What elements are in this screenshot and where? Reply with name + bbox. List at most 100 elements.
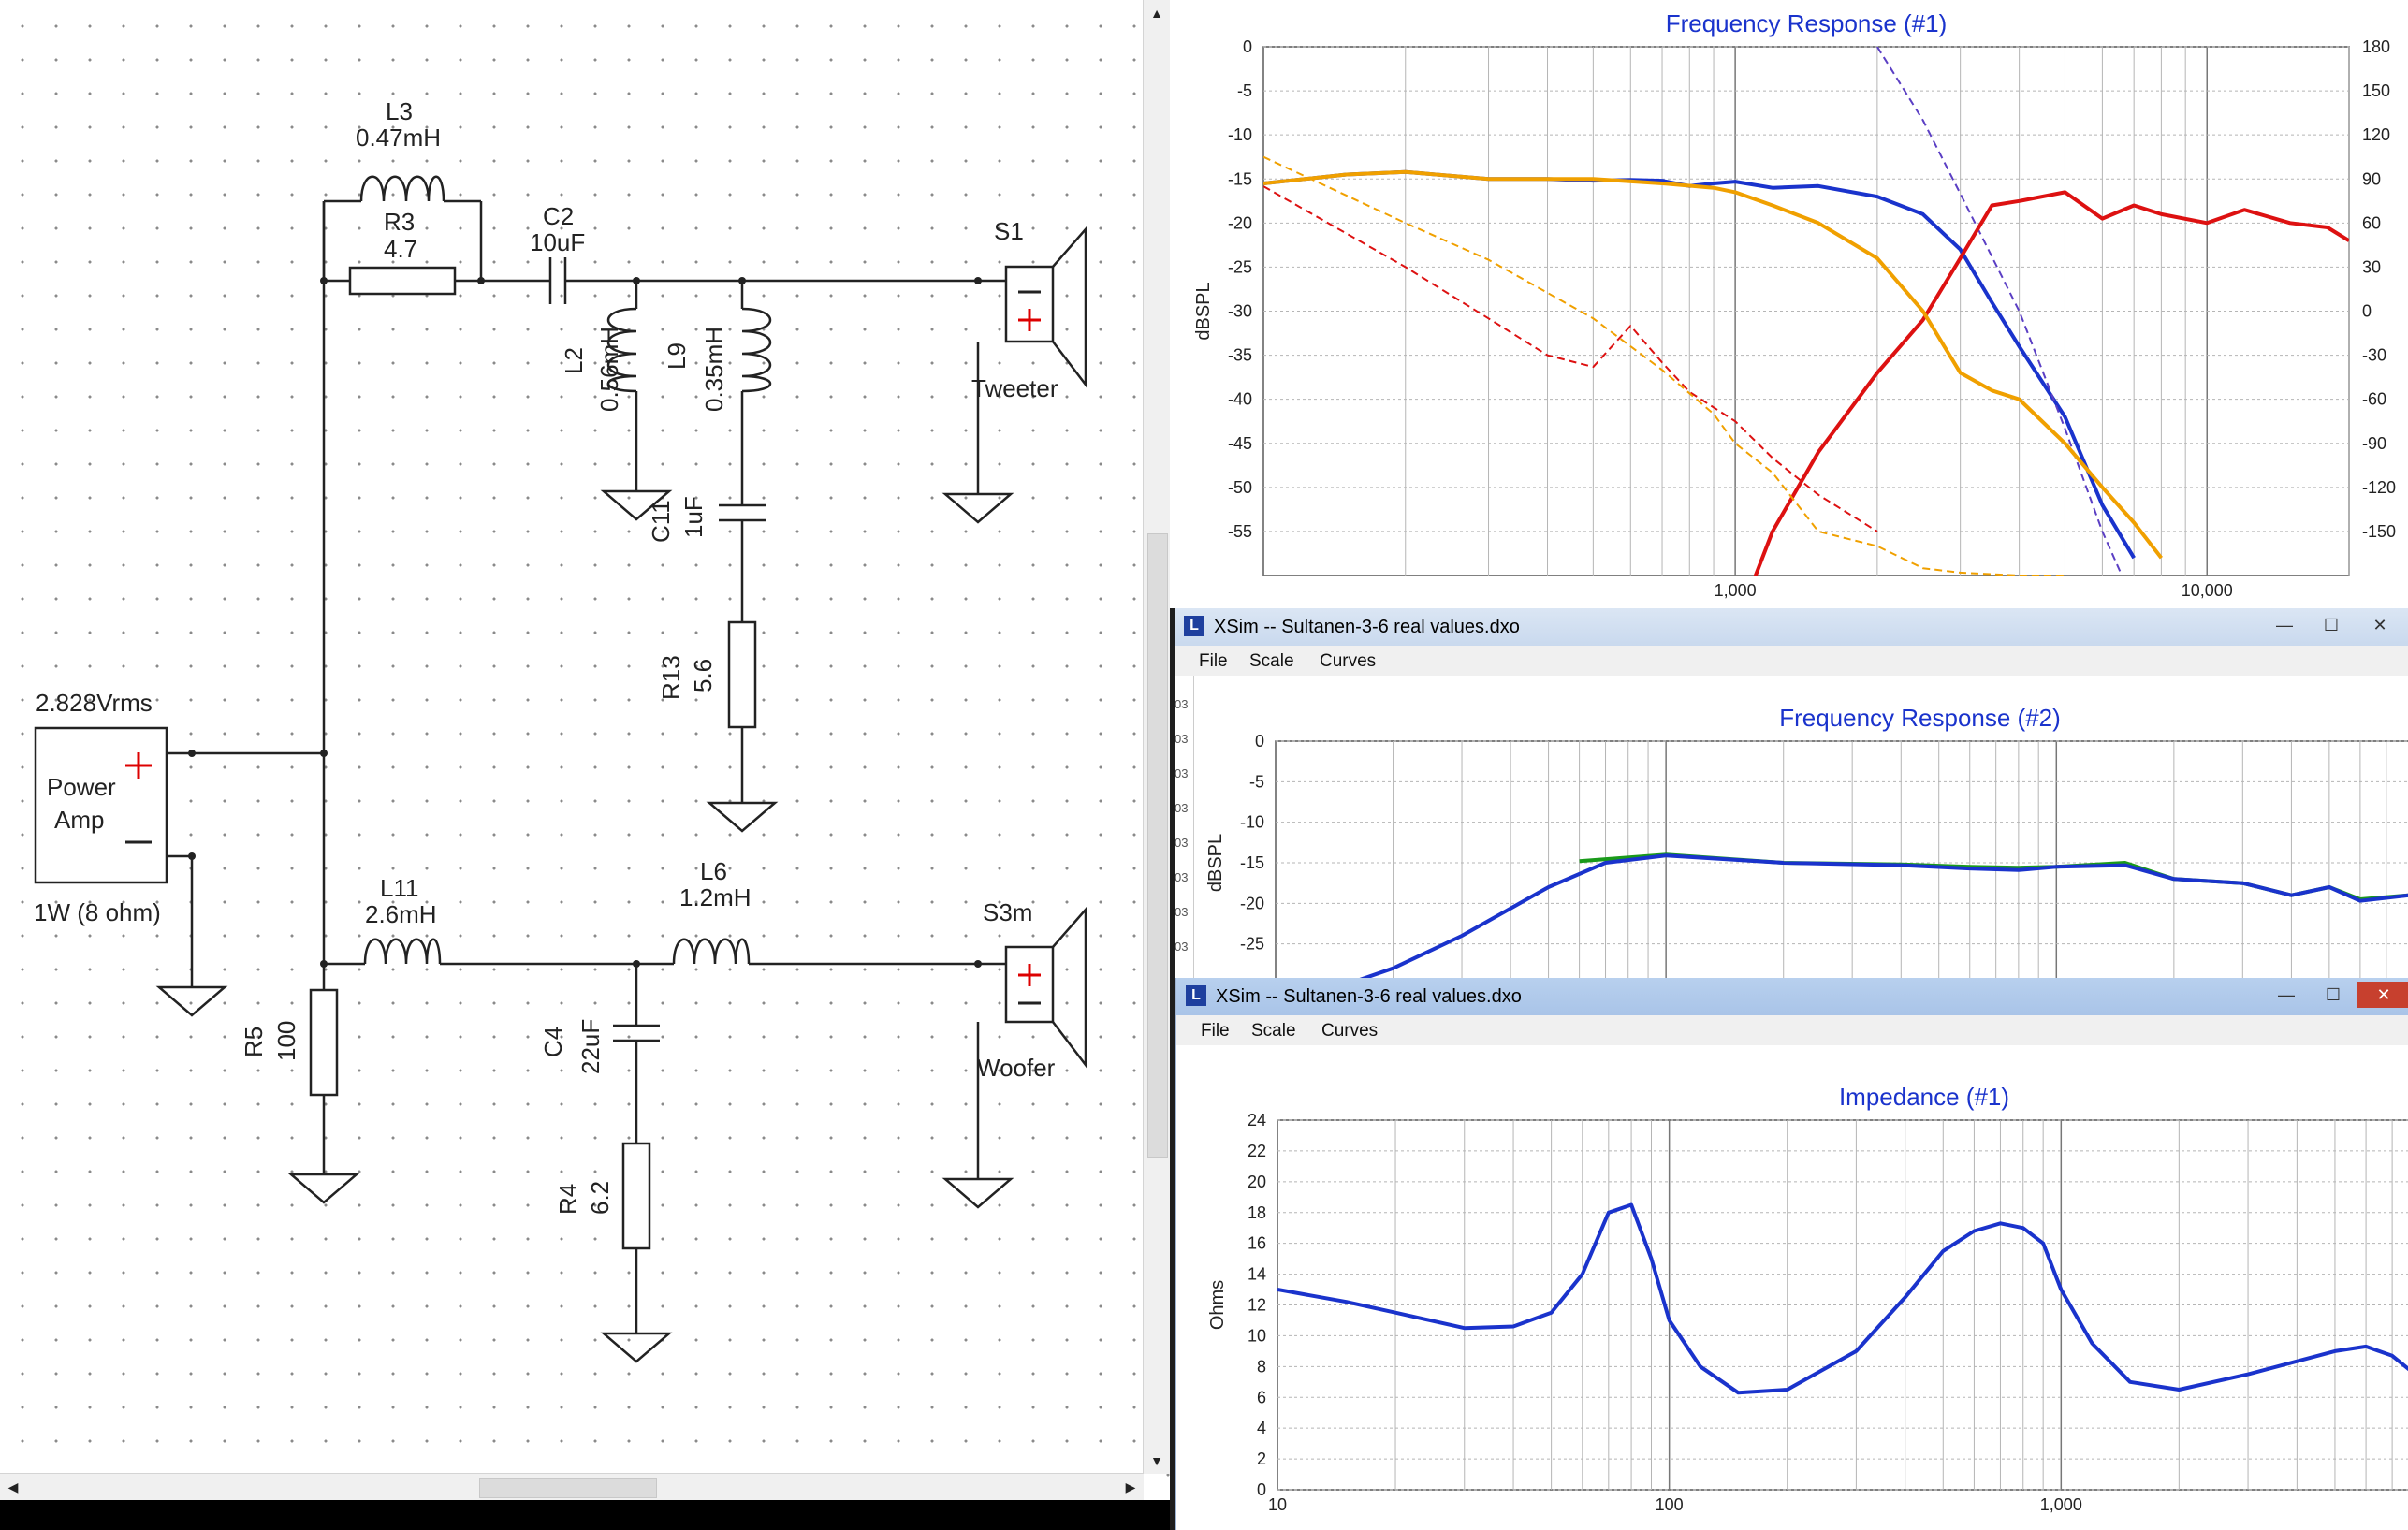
frequency-response-2-chart: 0-5-10-15-20-25-30Frequency Response (#2… [1205,704,2408,994]
menu-file[interactable]: File [1199,651,1228,672]
y2-tick-label: -60 [2362,390,2386,409]
y2-tick-label: -150 [2362,522,2396,541]
close-button[interactable]: ✕ [2357,982,2408,1008]
c4-name: C4 [539,1027,567,1057]
chart-title: Frequency Response (#1) [1666,9,1948,37]
y-tick-label: -35 [1228,346,1252,365]
r13-value: 5.6 [689,659,717,692]
l3-name: L3 [386,97,413,125]
c4-value: 22uF [576,1019,605,1074]
vertical-scroll-thumb[interactable] [1147,533,1168,1158]
menu-bar: File Scale Curves [1176,1015,2408,1045]
y-tick-label: 24 [1248,1111,1266,1129]
y-tick-label: 6 [1257,1388,1266,1406]
s3m-label: Woofer [977,1054,1056,1082]
menu-curves[interactable]: Curves [1320,651,1376,672]
y-tick-label: -25 [1228,257,1252,276]
y-tick-label: -20 [1228,213,1252,232]
x-tick-label: 1,000 [1715,581,1757,600]
scroll-right-icon[interactable]: ▶ [1117,1474,1144,1500]
y2-tick-label: -90 [2362,434,2386,453]
y-tick-label: 20 [1248,1173,1266,1191]
frequency-response-1-chart: 0 -5 -10 -15 -20 -25 -30 -35 -40 -45 -50 -55 180 150 1… [1193,9,2396,600]
y-tick-label: 14 [1248,1265,1266,1284]
y-tick-label: -15 [1240,853,1264,872]
x-tick-label: 10,000 [2182,581,2233,600]
y2-tick-label: 180 [2362,37,2390,56]
menu-curves[interactable]: Curves [1321,1021,1378,1042]
l3-value: 0.47mH [356,124,441,152]
y-tick-label: 4 [1257,1419,1266,1437]
horizontal-scrollbar[interactable]: ◀ ▶ [0,1473,1144,1500]
close-button[interactable]: ✕ [2359,612,2401,638]
window-titlebar[interactable]: L XSim -- Sultanen-3-6 real values.dxo —… [1176,978,2408,1016]
menu-file[interactable]: File [1201,1021,1230,1042]
y-tick-label: -15 [1228,169,1252,188]
r5-value: 100 [272,1021,300,1061]
vertical-scrollbar[interactable]: ▲ ▼ [1143,0,1170,1474]
r4-value: 6.2 [586,1181,614,1215]
y-tick-label: -55 [1228,522,1252,541]
menu-scale[interactable]: Scale [1249,651,1294,672]
y-tick-label: 0 [1243,37,1252,56]
menu-bar: File Scale Curves [1175,646,2408,676]
l9-value: 0.35mH [700,327,728,412]
y-axis-label: dBSPL [1193,282,1214,340]
x-tick-label: 10 [1268,1495,1287,1514]
l11-name: L11 [380,874,418,902]
r3-value: 4.7 [384,235,417,263]
scroll-left-icon[interactable]: ◀ [0,1474,26,1500]
l2-name: L2 [560,347,588,374]
y2-tick-label: 90 [2362,169,2381,188]
y-tick-label: -45 [1228,434,1252,453]
s3m-name: S3m [983,898,1032,926]
y-tick-label: -50 [1228,478,1252,497]
xsim-app-icon: L [1184,616,1204,636]
scroll-down-icon[interactable]: ▼ [1144,1448,1170,1474]
c2-name: C2 [543,202,574,230]
r13-name: R13 [657,655,685,700]
c11-name: C11 [647,500,675,543]
amp-label-1: Power [47,773,116,801]
y-tick-label: -5 [1249,772,1264,791]
l2-value: 0.56mH [595,327,623,412]
window-title: XSim -- Sultanen-3-6 real values.dxo [1214,617,1520,637]
r4-name: R4 [554,1184,582,1215]
l11-value: 2.6mH [365,900,437,928]
r3-name: R3 [384,208,415,236]
c2-value: 10uF [530,228,585,256]
y-tick-label: 18 [1248,1203,1266,1222]
y-tick-label: 12 [1248,1296,1266,1315]
minimize-button[interactable]: — [2266,982,2307,1008]
amp-power: 1W (8 ohm) [34,898,161,926]
y-tick-label: 2 [1257,1450,1266,1468]
frequency-response-1-window[interactable]: 0 -5 -10 -15 -20 -25 -30 -35 -40 -45 -50 -55 180 150 1… [1170,0,2408,608]
maximize-button[interactable]: ☐ [2313,982,2354,1008]
y2-tick-label: -120 [2362,478,2396,497]
taskbar-strip [0,1500,1170,1530]
y2-tick-label: 150 [2362,81,2390,100]
y-tick-label: -30 [1228,302,1252,321]
xsim-window-impedance[interactable]: L XSim -- Sultanen-3-6 real values.dxo —… [1175,978,2408,1530]
maximize-button[interactable]: ☐ [2311,612,2352,638]
y-tick-label: -25 [1240,935,1264,954]
xsim-window-fr2[interactable]: L XSim -- Sultanen-3-6 real values.dxo —… [1175,608,2408,996]
impedance-chart: 242220181614121086420101001,00010,000Imp… [1207,1083,2408,1514]
scroll-up-icon[interactable]: ▲ [1144,0,1170,26]
y-tick-label: 16 [1248,1234,1266,1253]
s1-name: S1 [994,217,1024,245]
l9-name: L9 [663,342,691,370]
schematic-canvas[interactable]: L3 0.47mH R3 4.7 C2 10uF S1 Tweeter L11 … [0,0,1170,1530]
minimize-button[interactable]: — [2264,612,2305,638]
chart-title: Frequency Response (#2) [1779,704,2061,732]
circuit-diagram: L3 0.47mH R3 4.7 C2 10uF S1 Tweeter L11 … [34,97,1087,1363]
amp-label-2: Amp [54,806,104,834]
amp-voltage: 2.828Vrms [36,689,153,717]
window-titlebar[interactable]: L XSim -- Sultanen-3-6 real values.dxo —… [1175,608,2408,647]
l6-value: 1.2mH [679,883,752,911]
horizontal-scroll-thumb[interactable] [479,1478,657,1498]
y-tick-label: 10 [1248,1326,1266,1345]
y-tick-label: 0 [1257,1480,1266,1499]
menu-scale[interactable]: Scale [1251,1021,1296,1042]
y-tick-label: -20 [1240,894,1264,912]
